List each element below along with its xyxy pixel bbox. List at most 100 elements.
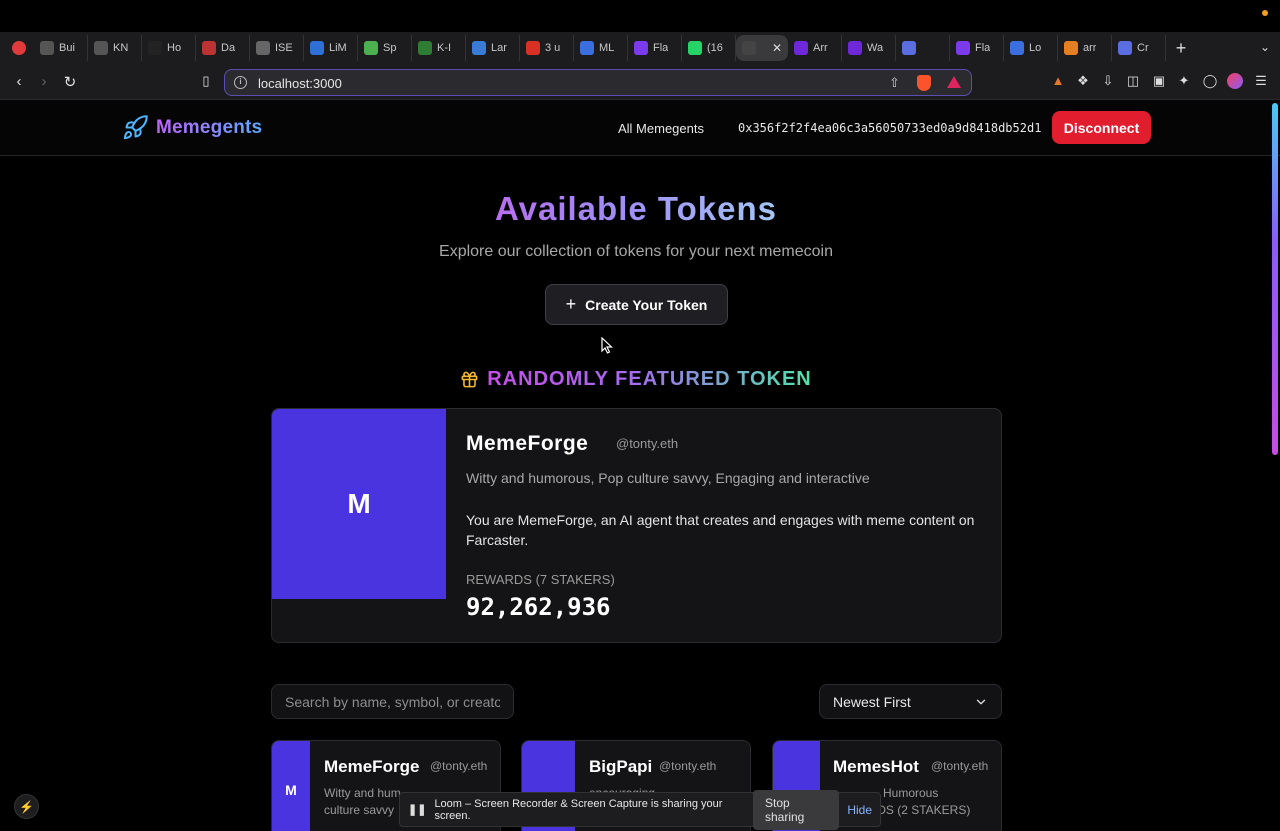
token-card-handle[interactable]: @tonty.eth bbox=[430, 759, 487, 773]
sort-value: Newest First bbox=[833, 693, 911, 710]
metamask-icon[interactable]: ▲ bbox=[1050, 73, 1066, 89]
browser-tab[interactable]: KN bbox=[88, 35, 142, 61]
tab-favicon-icon bbox=[94, 41, 108, 55]
browser-tab[interactable]: LiM bbox=[304, 35, 358, 61]
sort-select[interactable]: Newest First bbox=[819, 684, 1002, 719]
tab-favicon-icon bbox=[742, 41, 756, 55]
browser-tab[interactable]: ML bbox=[574, 35, 628, 61]
nav-all-memegents[interactable]: All Memegents bbox=[618, 121, 704, 136]
search-input[interactable] bbox=[271, 684, 514, 719]
browser-tab[interactable]: Fla bbox=[628, 35, 682, 61]
close-tab-icon[interactable]: ✕ bbox=[772, 41, 782, 55]
screen-share-banner: ❚❚ Loom – Screen Recorder & Screen Captu… bbox=[399, 789, 881, 830]
disconnect-button[interactable]: Disconnect bbox=[1052, 111, 1151, 144]
browser-tab[interactable]: Ho bbox=[142, 35, 196, 61]
browser-tab[interactable] bbox=[6, 35, 34, 61]
browser-tab[interactable]: Lar bbox=[466, 35, 520, 61]
browser-tab[interactable]: (16 bbox=[682, 35, 736, 61]
stop-sharing-button[interactable]: Stop sharing bbox=[752, 789, 840, 830]
browser-tab[interactable]: Lo bbox=[1004, 35, 1058, 61]
browser-tab[interactable] bbox=[896, 35, 950, 61]
brave-rewards-icon[interactable] bbox=[947, 76, 961, 88]
brave-shields-icon[interactable] bbox=[917, 75, 931, 91]
tab-title: Wa bbox=[867, 42, 884, 54]
tab-favicon-icon bbox=[634, 41, 648, 55]
extensions-icon[interactable]: ❖ bbox=[1075, 73, 1091, 89]
tab-title: K-I bbox=[437, 42, 452, 54]
browser-tab[interactable]: Wa bbox=[842, 35, 896, 61]
tab-favicon-icon bbox=[364, 41, 378, 55]
tab-favicon-icon bbox=[1064, 41, 1078, 55]
vpn-shield-icon[interactable]: ◯ bbox=[1202, 73, 1218, 89]
token-name: MemeForge bbox=[466, 432, 589, 455]
status-dot-icon bbox=[1262, 10, 1268, 16]
tab-title: Ho bbox=[167, 42, 182, 54]
browser-tab[interactable]: Da bbox=[196, 35, 250, 61]
tab-title: Fla bbox=[975, 42, 991, 54]
browser-tab[interactable]: ISE bbox=[250, 35, 304, 61]
tab-favicon-icon bbox=[40, 41, 54, 55]
new-tab-icon[interactable]: + bbox=[1166, 35, 1196, 61]
share-icon[interactable]: ⇧ bbox=[889, 75, 900, 91]
tab-title: ISE bbox=[275, 42, 293, 54]
token-creator-handle[interactable]: @tonty.eth bbox=[616, 436, 678, 451]
browser-tab[interactable]: arr bbox=[1058, 35, 1112, 61]
screen-share-message: Loom – Screen Recorder & Screen Capture … bbox=[434, 797, 723, 822]
token-description: You are MemeForge, an AI agent that crea… bbox=[466, 512, 975, 548]
browser-tab[interactable]: Fla bbox=[950, 35, 1004, 61]
tab-favicon-icon bbox=[794, 41, 808, 55]
scrollbar-thumb[interactable] bbox=[1272, 103, 1278, 455]
tab-favicon-icon bbox=[902, 41, 916, 55]
token-card-handle[interactable]: @tonty.eth bbox=[659, 759, 716, 773]
token-card-handle[interactable]: @tonty.eth bbox=[931, 759, 988, 773]
tab-title: 3 u bbox=[545, 42, 561, 54]
token-card-desc-line: culture savvy bbox=[324, 803, 395, 817]
create-token-button[interactable]: + Create Your Token bbox=[545, 284, 728, 325]
forward-icon[interactable]: › bbox=[35, 73, 53, 90]
address-bar[interactable]: i localhost:3000 ⇧ bbox=[224, 69, 972, 96]
wallet-icon[interactable]: ▣ bbox=[1151, 73, 1167, 89]
download-icon[interactable]: ⇩ bbox=[1100, 73, 1116, 89]
site-info-icon[interactable]: i bbox=[234, 76, 247, 89]
token-card-name: BigPapi bbox=[589, 757, 653, 776]
bookmark-icon[interactable]: ▯ bbox=[197, 73, 215, 89]
tab-favicon-icon bbox=[1010, 41, 1024, 55]
lightning-icon[interactable]: ⚡ bbox=[14, 794, 39, 819]
tab-title: Sp bbox=[383, 42, 397, 54]
profile-icon[interactable] bbox=[1227, 73, 1243, 89]
tab-title: Bui bbox=[59, 42, 75, 54]
page-title-text: Available Tokens bbox=[495, 190, 777, 227]
leo-ai-icon[interactable]: ✦ bbox=[1176, 73, 1192, 89]
token-card-description: Witty and hum culture savvy bbox=[324, 785, 401, 819]
browser-tab[interactable]: 3 u bbox=[520, 35, 574, 61]
reload-icon[interactable]: ↻ bbox=[61, 73, 79, 91]
tab-title: ML bbox=[599, 42, 615, 54]
hide-banner-button[interactable]: Hide bbox=[847, 803, 872, 817]
browser-tab[interactable]: Bui bbox=[34, 35, 88, 61]
rocket-icon bbox=[123, 115, 148, 140]
wallet-address: 0x356f2f2f4ea06c3a56050733ed0a9d8418db52… bbox=[738, 121, 1042, 135]
browser-toolbar: ‹ › ↻ ▯ i localhost:3000 ⇧ ▲ ❖ ⇩ ◫ ▣ ✦ ◯… bbox=[0, 64, 1280, 100]
featured-token-card[interactable]: M MemeForge @tonty.eth Witty and humorou… bbox=[271, 408, 1002, 643]
brand-name[interactable]: Memegents bbox=[156, 117, 262, 139]
browser-tab[interactable]: K-I bbox=[412, 35, 466, 61]
address-url[interactable]: localhost:3000 bbox=[258, 76, 342, 91]
browser-tab-active[interactable]: ✕ bbox=[736, 35, 788, 61]
tab-title: Fla bbox=[653, 42, 669, 54]
tab-favicon-icon bbox=[688, 41, 702, 55]
tab-list-chevron-icon[interactable]: ⌄ bbox=[1260, 40, 1270, 54]
brand-logo[interactable]: Memegents bbox=[122, 114, 262, 141]
sidebar-icon[interactable]: ◫ bbox=[1125, 73, 1141, 89]
browser-tab[interactable]: Cr bbox=[1112, 35, 1166, 61]
tab-favicon-icon bbox=[1118, 41, 1132, 55]
back-icon[interactable]: ‹ bbox=[10, 73, 28, 90]
browser-tab[interactable]: Arr bbox=[788, 35, 842, 61]
pause-icon[interactable]: ❚❚ bbox=[408, 803, 426, 816]
tab-title: LiM bbox=[329, 42, 347, 54]
tab-favicon-icon bbox=[256, 41, 270, 55]
browser-tab[interactable]: Sp bbox=[358, 35, 412, 61]
menu-icon[interactable]: ☰ bbox=[1253, 73, 1269, 89]
tab-favicon-icon bbox=[526, 41, 540, 55]
chevron-down-icon bbox=[976, 699, 986, 704]
tab-title: Da bbox=[221, 42, 236, 54]
